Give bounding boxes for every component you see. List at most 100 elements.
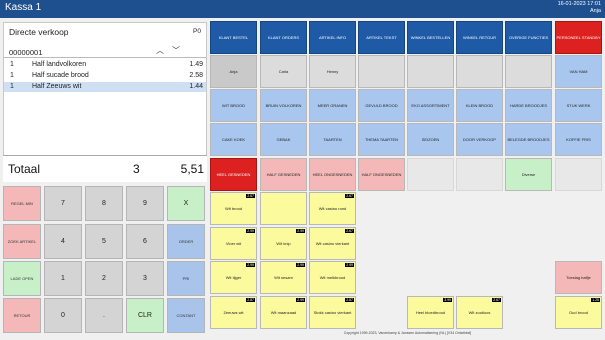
receipt-code: 00000001	[9, 48, 43, 57]
option-button[interactable]: HEEL GESNEDEN	[210, 158, 257, 191]
category-button[interactable]: WIT BROOD	[210, 89, 257, 122]
key-0[interactable]: 0	[44, 298, 82, 333]
category-button[interactable]: BELEGDE BROODJES	[505, 123, 552, 156]
product-button[interactable]: Wit zoutloos 2.67	[456, 296, 503, 329]
product-button[interactable]: Wit casino rond 2.67	[309, 192, 356, 225]
category-button[interactable]: DOOR VERKOOP	[456, 123, 503, 156]
product-button[interactable]: Oud brood 1.25	[555, 296, 602, 329]
function-button[interactable]: PERSONEEL STANDBY	[555, 21, 602, 54]
key-6[interactable]: 6	[126, 224, 164, 259]
category-button[interactable]: HARDE BROODJES	[505, 89, 552, 122]
category-button[interactable]: THEMA TAARTEN	[358, 123, 405, 156]
scroll-arrows[interactable]: ︿﹀	[156, 45, 188, 56]
chevron-up-icon[interactable]: ︿	[156, 46, 172, 55]
tile-label: BELEGDE BROODJES	[507, 137, 550, 142]
category-button[interactable]: GEVULD BROOD	[358, 89, 405, 122]
product-button[interactable]: Wit knip 2.99	[260, 227, 307, 260]
option-button[interactable]: HALF GESNEDEN	[260, 158, 307, 191]
divider	[4, 57, 206, 58]
price-badge: 1.25	[591, 298, 600, 302]
function-button[interactable]: ARTIKEL INFO	[309, 21, 356, 54]
product-button[interactable]: Wit brood 2.67	[210, 192, 257, 225]
option-button[interactable]: HEEL ONGESNEDEN	[309, 158, 356, 191]
product-button[interactable]: Wit casino vierkant 2.67	[309, 227, 356, 260]
receipt-line-selected[interactable]: 1 Half Zeeuws wit 1.44	[4, 82, 206, 92]
clear-button[interactable]: CLR	[126, 298, 164, 333]
product-button[interactable]: Vloer wit 2.99	[210, 227, 257, 260]
price-badge: 2.67	[492, 298, 501, 302]
staff-button[interactable]: Anja	[210, 55, 257, 88]
receipt-line[interactable]: 1 Half sucade brood 2.58	[4, 71, 206, 81]
tile-label: Vloer wit	[225, 241, 242, 246]
line-qty: 1	[10, 83, 14, 90]
tile-label: STUK WERK	[566, 103, 591, 108]
product-button-empty[interactable]	[260, 192, 307, 225]
key-3[interactable]: 3	[126, 261, 164, 296]
tile-label: Diverse	[521, 172, 536, 177]
function-button[interactable]: ARTIKEL TEKST	[358, 21, 405, 54]
function-button[interactable]: WINKEL RETOUR	[456, 21, 503, 54]
category-button[interactable]: TAARTEN	[309, 123, 356, 156]
function-button[interactable]: KLANT BESTEL	[210, 21, 257, 54]
price-badge: 2.99	[246, 229, 255, 233]
function-button[interactable]: WINKEL BESTELLEN	[407, 21, 454, 54]
tile-label: WIT BROOD	[221, 103, 246, 108]
tile-label: Wit melkbrood	[319, 275, 346, 280]
option-button[interactable]: HALF ONGESNEDEN	[358, 158, 405, 191]
function-button[interactable]: KLANT ORDERS	[260, 21, 307, 54]
key-1[interactable]: 1	[44, 261, 82, 296]
product-button[interactable]: Wit sesam 2.99	[260, 261, 307, 294]
tile-label: HALF GESNEDEN	[266, 172, 301, 177]
key-dot[interactable]: .	[85, 298, 123, 333]
staff-button[interactable]: Henny	[309, 55, 356, 88]
product-button[interactable]: Stokk casino vierkant 2.87	[309, 296, 356, 329]
zoek-artikel-button[interactable]: ZOEK ARTIKEL	[3, 224, 41, 259]
tile-label: DOOR VERKOOP	[463, 137, 496, 142]
product-button[interactable]: Wit melkbrood 2.99	[309, 261, 356, 294]
price-badge: 3.99	[443, 298, 452, 302]
tile-label: Stokk casino vierkant	[313, 310, 352, 315]
function-button[interactable]: OVERIGE FUNCTIES	[505, 21, 552, 54]
tile-label: Toeslag halfje	[566, 275, 591, 280]
tile-label: BRUIN VOLKOREN	[265, 103, 302, 108]
tile-label: KLANT BESTEL	[218, 35, 249, 40]
category-button[interactable]: STUK WERK	[555, 89, 602, 122]
category-button[interactable]: MEER GRANEN	[309, 89, 356, 122]
category-button[interactable]: KLEIN BROOD	[456, 89, 503, 122]
category-button[interactable]: EKO ASSORTIMENT	[407, 89, 454, 122]
order-button[interactable]: ORDER	[167, 224, 205, 259]
category-button[interactable]: GEBAK	[260, 123, 307, 156]
product-button[interactable]: Toeslag halfje	[555, 261, 602, 294]
category-button[interactable]: BRUIN VOLKOREN	[260, 89, 307, 122]
prijs-button[interactable]: PRI	[167, 261, 205, 296]
key-multiply[interactable]: X	[167, 186, 205, 221]
key-8[interactable]: 8	[85, 186, 123, 221]
product-button[interactable]: Zeeuws wit 2.87	[210, 296, 257, 329]
product-button[interactable]: Heel bloedbrood 3.99	[407, 296, 454, 329]
tile-label: Wit casino rond	[318, 206, 347, 211]
category-button[interactable]: CAKE KOEK	[210, 123, 257, 156]
receipt-line[interactable]: 1 Half landvolkoren 1.49	[4, 60, 206, 70]
key-9[interactable]: 9	[126, 186, 164, 221]
title-bar: Kassa 1 16-01-2023 17:01 Anja	[0, 0, 605, 18]
category-button[interactable]: SEIZOEN	[407, 123, 454, 156]
option-button[interactable]: Diverse	[505, 158, 552, 191]
empty-slot	[358, 55, 405, 88]
key-2[interactable]: 2	[85, 261, 123, 296]
key-7[interactable]: 7	[44, 186, 82, 221]
product-button[interactable]: Wit tijger 2.99	[210, 261, 257, 294]
lade-open-button[interactable]: LADE OPEN	[3, 261, 41, 296]
product-button[interactable]: Wit maanzaad 2.99	[260, 296, 307, 329]
customer-name[interactable]: Directe verkoop	[9, 27, 69, 37]
tile-label: CAKE KOEK	[221, 137, 246, 142]
key-4[interactable]: 4	[44, 224, 82, 259]
category-button[interactable]: KOFFIE FRIS	[555, 123, 602, 156]
key-5[interactable]: 5	[85, 224, 123, 259]
contant-button[interactable]: CONTANT	[167, 298, 205, 333]
staff-button[interactable]: Carla	[260, 55, 307, 88]
staff-button[interactable]: VAN HAM	[555, 55, 602, 88]
total-label: Totaal	[8, 162, 41, 176]
chevron-down-icon[interactable]: ﹀	[172, 46, 188, 55]
regel-min-button[interactable]: REGEL MIN	[3, 186, 41, 221]
retour-button[interactable]: RETOUR	[3, 298, 41, 333]
